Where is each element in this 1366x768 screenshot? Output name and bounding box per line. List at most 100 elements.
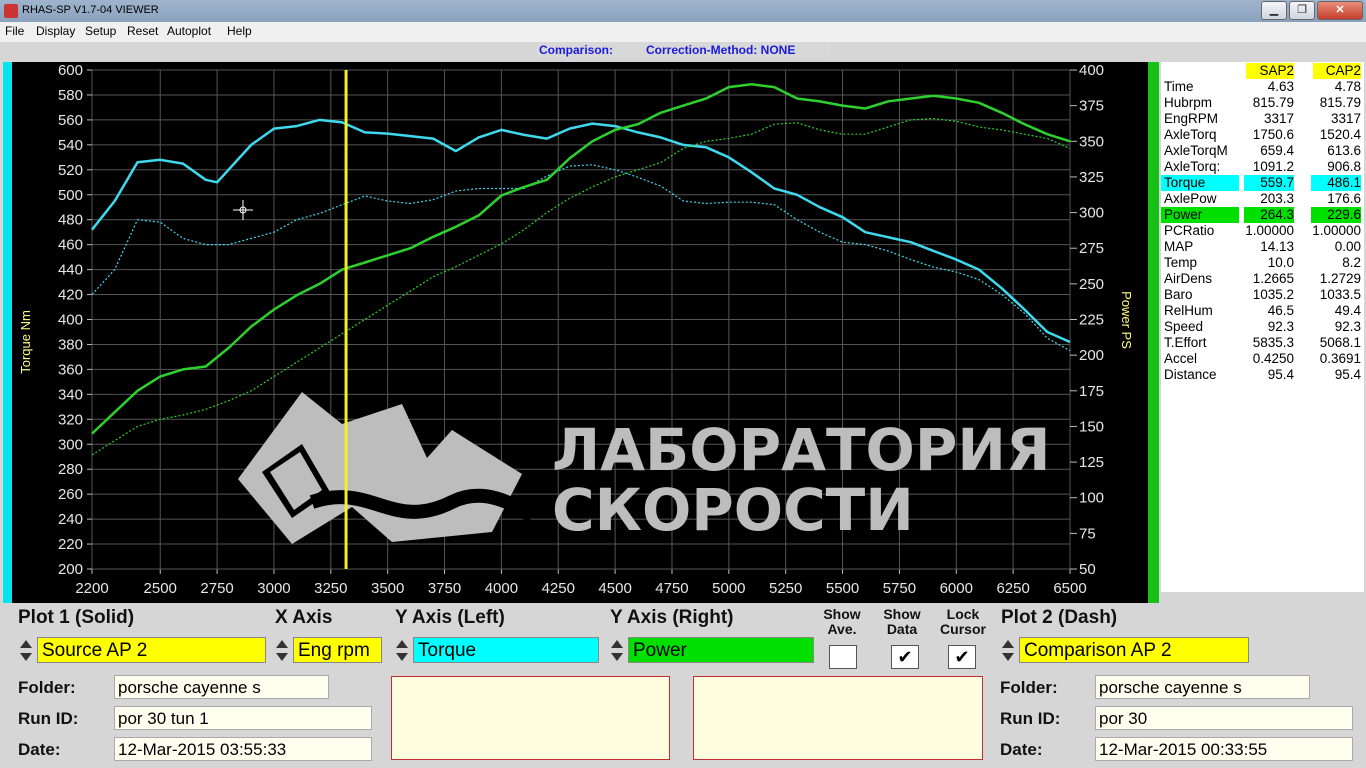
row-value-2: 1520.4 <box>1319 127 1361 142</box>
y-left-tick-label: 560 <box>58 112 83 129</box>
row-label: Power <box>1164 207 1203 222</box>
row-value-1: 815.79 <box>1252 95 1294 110</box>
y-right-tick-label: 175 <box>1079 383 1104 400</box>
table-row: Baro 1035.2 1033.5 <box>1161 287 1364 303</box>
row-value-2: 815.79 <box>1319 95 1361 110</box>
y-right-tick-label: 250 <box>1079 276 1104 293</box>
plot1-spinner[interactable] <box>18 637 35 664</box>
row-value-1: 14.13 <box>1260 239 1294 254</box>
x-tick-label: 5500 <box>826 580 859 597</box>
run2-date-field[interactable]: 12-Mar-2015 00:33:55 <box>1095 737 1353 761</box>
menu-autoplot[interactable]: Autoplot <box>167 24 211 38</box>
row-label: Distance <box>1164 367 1217 382</box>
row-value-2: 229.6 <box>1327 207 1361 222</box>
row-value-1: 46.5 <box>1267 303 1294 318</box>
row-label: PCRatio <box>1164 223 1215 238</box>
row-value-2: 4.78 <box>1334 79 1361 94</box>
row-value-2: 3317 <box>1330 111 1361 126</box>
table-row: RelHum 46.5 49.4 <box>1161 303 1364 319</box>
table-row: Torque 559.7 486.1 <box>1161 175 1364 191</box>
run1-date-label: Date: <box>18 740 61 759</box>
run1-folder-field[interactable]: porsche cayenne s <box>114 675 329 699</box>
col1-header: SAP2 <box>1259 63 1294 78</box>
maximize-button[interactable]: ❐ <box>1289 1 1315 20</box>
table-row: AirDens 1.2665 1.2729 <box>1161 271 1364 287</box>
run2-notes[interactable] <box>693 676 983 760</box>
row-value-2: 8.2 <box>1342 255 1361 270</box>
row-value-2: 486.1 <box>1327 175 1361 190</box>
y-right-tick-label: 75 <box>1079 525 1096 542</box>
xaxis-select[interactable]: Eng rpm <box>293 637 382 663</box>
row-label: Speed <box>1164 319 1204 334</box>
lock-cursor-checkbox[interactable]: ✔ <box>948 645 976 669</box>
row-value-1: 1.2665 <box>1252 271 1294 286</box>
col2-header: CAP2 <box>1325 63 1361 78</box>
y-left-tick-label: 220 <box>58 536 83 553</box>
row-value-2: 906.8 <box>1327 159 1361 174</box>
run1-runid-field[interactable]: por 30 tun 1 <box>114 706 372 730</box>
right-axis-title: Power PS <box>1119 291 1134 349</box>
row-value-1: 95.4 <box>1267 367 1294 382</box>
y-right-tick-label: 350 <box>1079 133 1104 150</box>
y-right-tick-label: 50 <box>1079 561 1096 578</box>
show-data-checkbox[interactable]: ✔ <box>891 645 919 669</box>
row-value-1: 264.3 <box>1260 207 1294 222</box>
x-tick-label: 3750 <box>428 580 461 597</box>
y-left-tick-label: 360 <box>58 361 83 378</box>
watermark-line2: СКОРОСТИ <box>552 476 914 544</box>
watermark: ЛАБОРАТОРИЯ СКОРОСТИ <box>238 392 1051 544</box>
y-right-tick-label: 325 <box>1079 169 1104 186</box>
run2-folder-field[interactable]: porsche cayenne s <box>1095 675 1310 699</box>
y-left-tick-label: 320 <box>58 411 83 428</box>
row-value-1: 1750.6 <box>1252 127 1294 142</box>
series-dash-power <box>91 117 1071 456</box>
menu-display[interactable]: Display <box>36 24 75 38</box>
y-right-tick-label: 300 <box>1079 205 1104 222</box>
yright-select[interactable]: Power <box>628 637 814 663</box>
run2-date-label: Date: <box>1000 740 1043 759</box>
row-value-2: 613.6 <box>1327 143 1361 158</box>
window-title: RHAS-SP V1.7-04 VIEWER <box>22 4 159 16</box>
row-value-2: 0.3691 <box>1319 351 1361 366</box>
table-row: Temp 10.0 8.2 <box>1161 255 1364 271</box>
menu-reset[interactable]: Reset <box>127 24 158 38</box>
plot2-spinner[interactable] <box>1000 637 1017 664</box>
menu-help[interactable]: Help <box>227 24 252 38</box>
dyno-chart[interactable]: ЛАБОРАТОРИЯ СКОРОСТИ 2200 2500 2750 3000 325… <box>12 62 1148 603</box>
y-right-tick-label: 125 <box>1079 454 1104 471</box>
run1-date-field[interactable]: 12-Mar-2015 03:55:33 <box>114 737 372 761</box>
run2-runid-label: Run ID: <box>1000 709 1061 728</box>
run1-notes[interactable] <box>391 676 670 760</box>
y-left-tick-label: 380 <box>58 336 83 353</box>
plot1-title: Plot 1 (Solid) <box>18 607 135 628</box>
row-label: EngRPM <box>1164 111 1219 126</box>
yleft-spinner[interactable] <box>394 637 411 664</box>
yleft-select[interactable]: Torque <box>413 637 599 663</box>
row-value-1: 203.3 <box>1260 191 1294 206</box>
table-row: AxlePow 203.3 176.6 <box>1161 191 1364 207</box>
y-left-tick-label: 280 <box>58 461 83 478</box>
menu-file[interactable]: File <box>5 24 24 38</box>
x-tick-label: 4750 <box>655 580 688 597</box>
menu-setup[interactable]: Setup <box>85 24 116 38</box>
x-tick-label: 2750 <box>200 580 233 597</box>
y-right-tick-label: 225 <box>1079 312 1104 329</box>
x-tick-label: 5750 <box>883 580 916 597</box>
x-tick-label: 4500 <box>598 580 631 597</box>
yright-spinner[interactable] <box>609 637 626 664</box>
y-left-tick-label: 240 <box>58 511 83 528</box>
x-tick-label: 6500 <box>1053 580 1086 597</box>
row-value-1: 3317 <box>1263 111 1294 126</box>
row-label: AxlePow <box>1164 191 1217 206</box>
run2-runid-field[interactable]: por 30 <box>1095 706 1353 730</box>
row-label: AxleTorqM <box>1164 143 1228 158</box>
torque-color-bar <box>3 62 12 603</box>
row-value-1: 4.63 <box>1267 79 1294 94</box>
table-row: EngRPM 3317 3317 <box>1161 111 1364 127</box>
plot1-select[interactable]: Source AP 2 <box>37 637 266 663</box>
minimize-button[interactable]: ▁ <box>1261 1 1287 20</box>
close-button[interactable]: ✕ <box>1317 1 1363 20</box>
xaxis-spinner[interactable] <box>274 637 291 664</box>
show-ave-checkbox[interactable] <box>829 645 857 669</box>
plot2-select[interactable]: Comparison AP 2 <box>1019 637 1249 663</box>
